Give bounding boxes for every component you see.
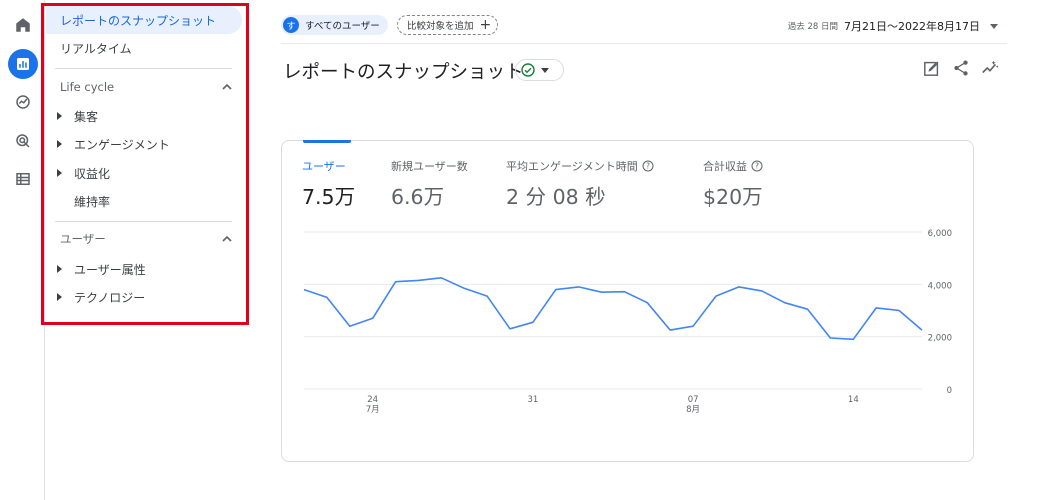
- nav-label: 集客: [74, 109, 99, 124]
- add-comparison-label: 比較対象を追加: [407, 21, 474, 32]
- nav-demographics[interactable]: ユーザー属性: [46, 255, 146, 283]
- chevron-up-icon: [222, 83, 232, 90]
- users-line-chart: 6,000 4,000 2,000 0 247月 31 078月 14: [303, 229, 952, 415]
- audience-avatar: す: [283, 17, 299, 33]
- caret-right-icon: [54, 112, 66, 120]
- caret-right-icon: [54, 169, 66, 177]
- nav-label: 収益化: [74, 166, 111, 181]
- nav-label: ユーザー属性: [74, 262, 146, 277]
- x-tick-month-label: 8月: [686, 405, 700, 415]
- y-tick-label: 6,000: [928, 229, 952, 239]
- section-lifecycle[interactable]: Life cycle: [46, 73, 232, 101]
- caret-right-icon: [54, 265, 66, 273]
- reports-icon[interactable]: [8, 49, 38, 79]
- section-label: Life cycle: [60, 80, 115, 94]
- date-range-picker[interactable]: 過去 28 日間 7月21日〜2022年8月17日: [788, 18, 998, 34]
- x-tick-label: 24: [367, 395, 378, 405]
- chevron-down-icon: [541, 67, 549, 73]
- add-comparison-button[interactable]: 比較対象を追加 +: [397, 15, 499, 35]
- x-tick-label: 31: [527, 395, 538, 405]
- date-range-value: 7月21日〜2022年8月17日: [844, 20, 980, 33]
- page-title: レポートのスナップショット: [283, 62, 524, 83]
- status-dropdown[interactable]: [515, 59, 564, 81]
- nav-report-snapshot[interactable]: レポートのスナップショット: [46, 6, 242, 34]
- x-tick-month-label: 7月: [366, 405, 380, 415]
- report-sidebar: レポートのスナップショット リアルタイム Life cycle 集客 エンゲージ…: [46, 0, 246, 500]
- nav-acquisition[interactable]: 集客: [46, 102, 98, 130]
- nav-technology[interactable]: テクノロジー: [46, 283, 145, 311]
- caret-right-icon: [54, 293, 66, 301]
- users-summary-card: ユーザー 7.5万 新規ユーザー数 6.6万 平均エンゲージメント時間 ? 2 …: [281, 140, 974, 462]
- check-circle-icon: [521, 63, 535, 77]
- plus-icon: +: [479, 17, 492, 33]
- explore-icon[interactable]: [8, 87, 38, 117]
- caret-right-icon: [54, 140, 66, 148]
- x-tick-label: 14: [848, 395, 859, 405]
- home-icon[interactable]: [8, 10, 38, 40]
- nav-label: レポートのスナップショット: [60, 13, 217, 28]
- chevron-down-icon: [990, 23, 998, 29]
- nav-retention[interactable]: 維持率: [46, 187, 110, 215]
- divider: [55, 68, 232, 69]
- audience-chip[interactable]: す すべてのユーザー: [281, 15, 388, 35]
- icon-rail: [0, 0, 45, 500]
- configure-icon[interactable]: [8, 164, 38, 194]
- chevron-up-icon: [222, 235, 232, 242]
- y-tick-label: 0: [947, 386, 952, 396]
- nav-label: エンゲージメント: [74, 137, 170, 152]
- nav-label: テクノロジー: [74, 290, 146, 305]
- edit-report-icon[interactable]: [922, 58, 942, 78]
- audience-chip-label: すべてのユーザー: [305, 21, 380, 32]
- nav-monetization[interactable]: 収益化: [46, 159, 110, 187]
- share-icon[interactable]: [951, 58, 971, 78]
- nav-label: 維持率: [74, 194, 111, 209]
- section-user[interactable]: ユーザー: [46, 225, 232, 253]
- y-tick-label: 4,000: [928, 281, 952, 291]
- y-tick-label: 2,000: [928, 334, 952, 344]
- nav-label: リアルタイム: [60, 41, 132, 56]
- advertising-icon[interactable]: [8, 126, 38, 156]
- date-range-prefix: 過去 28 日間: [787, 22, 838, 32]
- divider: [55, 221, 232, 222]
- divider: [281, 43, 1007, 44]
- insights-icon[interactable]: [980, 58, 1000, 78]
- nav-realtime[interactable]: リアルタイム: [46, 34, 132, 62]
- series-line: [303, 277, 923, 341]
- x-tick-label: 07: [688, 395, 699, 405]
- section-label: ユーザー: [60, 232, 106, 246]
- nav-engagement[interactable]: エンゲージメント: [46, 130, 170, 158]
